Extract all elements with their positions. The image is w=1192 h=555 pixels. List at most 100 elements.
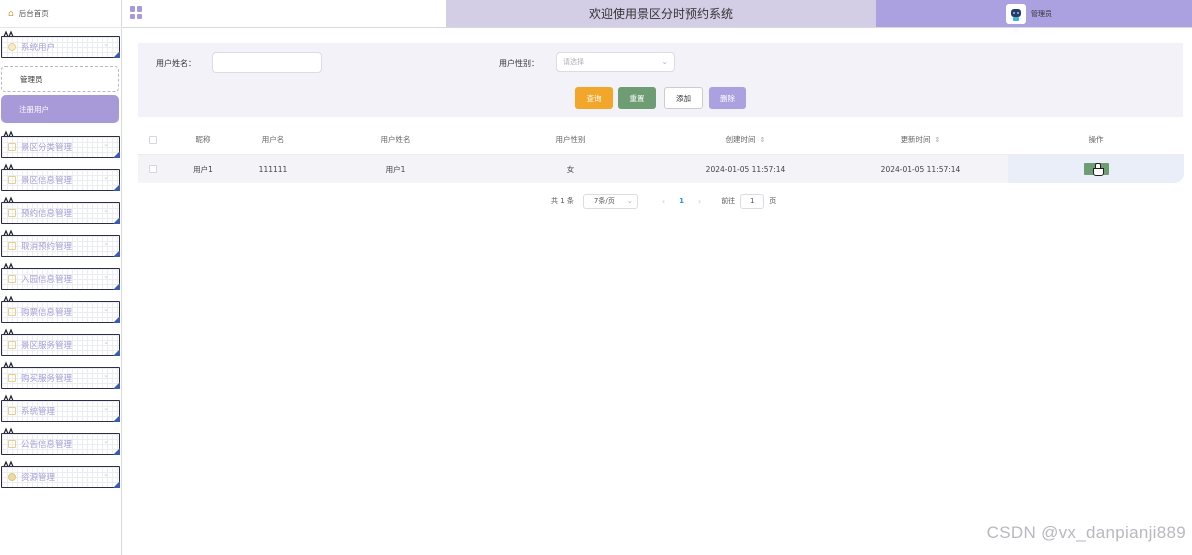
col-header-nickname: 昵称	[195, 135, 211, 144]
menu-toggle-icon[interactable]	[130, 6, 143, 19]
sidebar-menu-item[interactable]: 景区服务管理 ⌄	[0, 328, 122, 361]
chevron-down-icon: ⌄	[103, 305, 109, 313]
query-button[interactable]: 查询	[575, 87, 613, 109]
sidebar-menu-label: 景区分类管理	[21, 143, 73, 153]
sidebar-menu-item[interactable]: 系统用户 ⌄	[0, 30, 122, 63]
document-icon	[8, 143, 16, 151]
user-icon	[8, 43, 16, 51]
cell-nickname: 用户1	[193, 164, 213, 174]
sidebar-menu-item[interactable]: 取消预约管理 ⌄	[0, 229, 122, 262]
corner-fold-icon	[113, 51, 120, 58]
chevron-down-icon: ⌄	[103, 437, 109, 445]
prev-page-icon[interactable]: ‹	[662, 197, 665, 206]
sidebar-subitem-registered-user[interactable]: 注册用户	[1, 95, 119, 123]
goto-label: 前往	[721, 197, 736, 205]
sidebar-menu-box[interactable]: 景区信息管理 ⌄	[1, 169, 120, 191]
col-header-realname: 用户姓名	[380, 135, 411, 144]
sidebar-menu-label: 购票信息管理	[21, 308, 73, 318]
sidebar-subitem-admin[interactable]: 管理员	[1, 66, 119, 92]
document-icon	[8, 209, 16, 217]
sidebar-menu-box[interactable]: 系统管理 ⌄	[1, 400, 120, 422]
table-row: 用户1 111111 用户1 女 2024-01-05 11:57:14 202…	[138, 155, 1184, 183]
corner-fold-icon	[113, 283, 120, 290]
chevron-down-icon: ⌄	[661, 57, 668, 66]
chevron-down-icon: ⌄	[103, 140, 109, 148]
sort-icon[interactable]: ⇕	[760, 136, 766, 144]
col-header-updated[interactable]: 更新时间 ⇕	[833, 125, 1008, 154]
chevron-down-icon: ⌄	[103, 206, 109, 214]
document-icon	[8, 176, 16, 184]
sidebar-menu-box[interactable]: 景区分类管理 ⌄	[1, 136, 120, 158]
sidebar-menu-item[interactable]: 预约信息管理 ⌄	[0, 196, 122, 229]
pagination-total: 共 1 条	[551, 197, 574, 205]
page-number-current[interactable]: 1	[679, 197, 684, 205]
page-size-select[interactable]: 7条/页 ⌄	[582, 193, 638, 209]
user-area[interactable]: 管理员	[876, 0, 1192, 27]
cell-created: 2024-01-05 11:57:14	[705, 164, 786, 174]
row-checkbox[interactable]	[149, 165, 157, 173]
col-header-created[interactable]: 创建时间 ⇕	[658, 125, 833, 154]
row-action-button[interactable]	[1083, 163, 1109, 176]
pagination: 共 1 条 7条/页 ⌄ ‹ 1 › 前往 1 页	[551, 193, 776, 209]
delete-button[interactable]: 删除	[709, 87, 746, 109]
gender-filter-select[interactable]: 请选择 ⌄	[556, 52, 675, 72]
sidebar-menu-box[interactable]: 资源管理 ⌄	[1, 466, 120, 488]
sidebar-menu-label: 购买服务管理	[21, 374, 73, 384]
sidebar-menu-item[interactable]: 公告信息管理 ⌄	[0, 427, 122, 460]
document-icon	[8, 242, 16, 250]
select-all-checkbox[interactable]	[149, 135, 157, 144]
hand-cursor-icon	[1092, 163, 1104, 176]
goto-page-input[interactable]: 1	[740, 193, 765, 209]
name-filter-label: 用户姓名：	[156, 59, 196, 68]
sidebar-menu-label: 入园信息管理	[21, 275, 73, 285]
sort-icon[interactable]: ⇕	[935, 136, 941, 144]
document-icon	[8, 374, 16, 382]
corner-fold-icon	[113, 184, 120, 191]
sidebar-menu-label: 系统管理	[21, 407, 56, 417]
cell-actions	[1008, 155, 1184, 183]
sidebar-menu-box[interactable]: 购票信息管理 ⌄	[1, 301, 120, 323]
col-header-actions: 操作	[1088, 135, 1104, 144]
chevron-down-icon: ⌄	[103, 404, 109, 412]
sidebar-menu-label: 景区服务管理	[21, 341, 73, 351]
resource-icon	[8, 473, 16, 481]
sidebar-menu-box[interactable]: 取消预约管理 ⌄	[1, 235, 120, 257]
sidebar-menu-label: 景区信息管理	[21, 176, 73, 186]
sidebar-menu-item[interactable]: 系统管理 ⌄	[0, 394, 122, 427]
name-filter-input[interactable]	[212, 52, 322, 73]
search-panel: 用户姓名： 用户性别： 请选择 ⌄ 查询 重置 添加 删除	[138, 43, 1183, 117]
sidebar-menu-item[interactable]: 入园信息管理 ⌄	[0, 262, 122, 295]
avatar[interactable]	[1006, 3, 1026, 24]
sidebar-menu-item[interactable]: 资源管理 ⌄	[0, 460, 122, 493]
corner-fold-icon	[113, 151, 120, 158]
cell-updated: 2024-01-05 11:57:14	[880, 164, 961, 174]
sidebar-menu-item[interactable]: 景区信息管理 ⌄	[0, 163, 122, 196]
sidebar-menu-box[interactable]: 景区服务管理 ⌄	[1, 334, 120, 356]
sidebar-menu-item[interactable]: 景区分类管理 ⌄	[0, 130, 122, 163]
page-title: 欢迎使用景区分时预约系统	[446, 0, 876, 27]
sidebar-menu-box[interactable]: 购买服务管理 ⌄	[1, 367, 120, 389]
sidebar-menu-box[interactable]: 入园信息管理 ⌄	[1, 268, 120, 290]
sidebar-menu-item[interactable]: 购买服务管理 ⌄	[0, 361, 122, 394]
sidebar-menu-label: 资源管理	[21, 473, 56, 483]
sidebar: ⌂ 后台首页 系统用户 ⌄ 景区分类管理 ⌄ 景区信息管理 ⌄ 预约信息管理 ⌄ 取消预约管理 ⌄…	[0, 0, 122, 555]
sidebar-menu-item[interactable]: 购票信息管理 ⌄	[0, 295, 122, 328]
top-header: 欢迎使用景区分时预约系统 管理员	[122, 0, 1192, 28]
home-icon: ⌂	[8, 8, 14, 19]
sidebar-menu-box[interactable]: 系统用户 ⌄	[1, 36, 120, 58]
sidebar-home[interactable]: ⌂ 后台首页	[0, 0, 122, 28]
corner-fold-icon	[113, 217, 120, 224]
add-button[interactable]: 添加	[664, 87, 703, 109]
document-icon	[8, 440, 16, 448]
next-page-icon[interactable]: ›	[698, 197, 701, 206]
select-all-checkbox-cell	[138, 125, 168, 154]
sidebar-menu-box[interactable]: 公告信息管理 ⌄	[1, 433, 120, 455]
cell-realname: 用户1	[385, 164, 406, 174]
chevron-down-icon: ⌄	[103, 338, 109, 346]
chevron-down-icon: ⌄	[103, 470, 109, 478]
sidebar-menu-label: 预约信息管理	[21, 209, 73, 219]
cell-username: 111111	[258, 164, 288, 174]
reset-button[interactable]: 重置	[618, 87, 656, 109]
sidebar-menu-label: 公告信息管理	[21, 440, 73, 450]
sidebar-menu-box[interactable]: 预约信息管理 ⌄	[1, 202, 120, 224]
